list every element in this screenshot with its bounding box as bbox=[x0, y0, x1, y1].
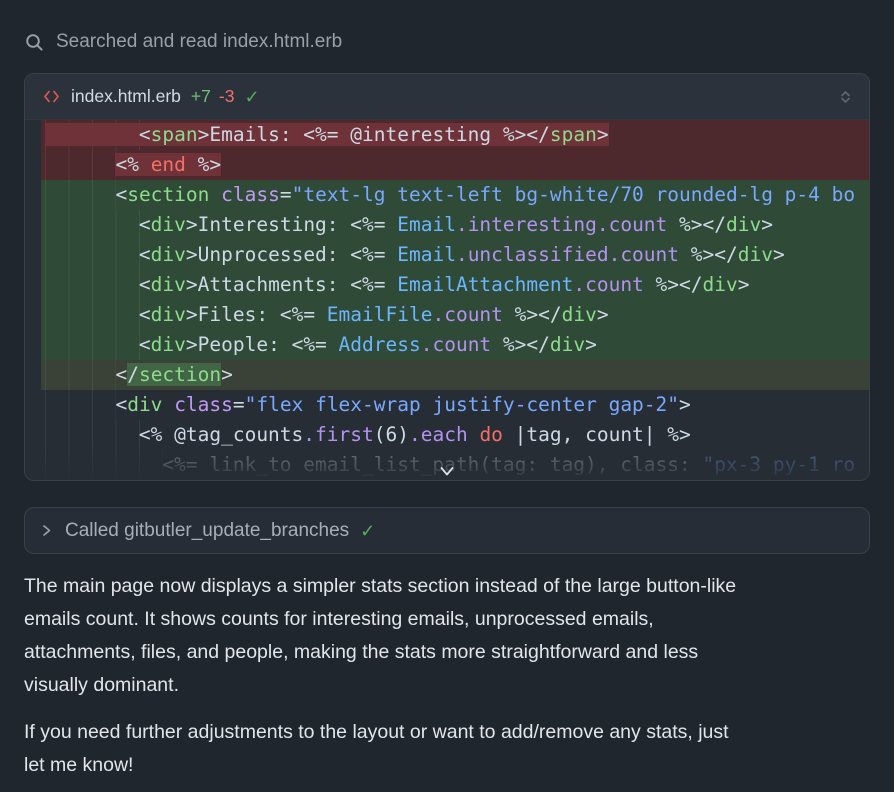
code-line-text: <% end %> bbox=[41, 150, 869, 180]
diff-line: <div>Files: <%= EmailFile.count %></div> bbox=[41, 300, 869, 330]
tool-status-header[interactable]: Searched and read index.html.erb bbox=[24, 0, 870, 53]
code-icon bbox=[42, 88, 61, 105]
code-line-text: <div>Unprocessed: <%= Email.unclassified… bbox=[41, 240, 869, 270]
diff-line: <div>Interesting: <%= Email.interesting.… bbox=[41, 210, 869, 240]
code-line-text: </section> bbox=[41, 360, 869, 390]
diff-line: <div>Attachments: <%= EmailAttachment.co… bbox=[41, 270, 869, 300]
tool-success-check-icon: ✓ bbox=[360, 522, 375, 540]
tool-call-card[interactable]: Called gitbutler_update_branches ✓ bbox=[24, 507, 870, 554]
diff-line: <% end %> bbox=[41, 150, 869, 180]
diff-success-check-icon: ✓ bbox=[244, 88, 259, 106]
diff-line: <section class="text-lg text-left bg-whi… bbox=[41, 180, 869, 210]
code-line-text: <% @tag_counts.first(6).each do |tag, co… bbox=[41, 420, 869, 450]
diff-line: <div>People: <%= Address.count %></div> bbox=[41, 330, 869, 360]
chevron-right-icon bbox=[39, 523, 54, 538]
text-line: let me know! bbox=[24, 749, 870, 782]
code-line-text: <div class="flex flex-wrap justify-cente… bbox=[41, 390, 869, 420]
diff-additions: +7 bbox=[191, 86, 211, 107]
code-line-text: <section class="text-lg text-left bg-whi… bbox=[41, 180, 869, 210]
text-line: The main page now displays a simpler sta… bbox=[24, 570, 870, 603]
tool-call-label: Called gitbutler_update_branches bbox=[65, 520, 349, 542]
unfold-icon[interactable] bbox=[836, 85, 855, 108]
tool-status-label: Searched and read index.html.erb bbox=[56, 31, 342, 53]
diff-code-block[interactable]: <span>Emails: <%= @interesting %></span>… bbox=[25, 120, 869, 480]
assistant-message: The main page now displays a simpler sta… bbox=[24, 570, 870, 782]
assistant-message-paragraph: The main page now displays a simpler sta… bbox=[24, 570, 870, 702]
text-line: visually dominant. bbox=[24, 669, 870, 702]
assistant-message-paragraph: If you need further adjustments to the l… bbox=[24, 716, 870, 782]
diff-line: <span>Emails: <%= @interesting %></span> bbox=[41, 120, 869, 150]
diff-line: <div>Unprocessed: <%= Email.unclassified… bbox=[41, 240, 869, 270]
text-line: If you need further adjustments to the l… bbox=[24, 716, 870, 749]
diff-card: index.html.erb +7 -3 ✓ <span>Emails: <%=… bbox=[24, 73, 870, 481]
text-line: attachments, files, and people, making t… bbox=[24, 636, 870, 669]
diff-filename: index.html.erb bbox=[71, 86, 181, 107]
code-line-text: <span>Emails: <%= @interesting %></span> bbox=[41, 120, 869, 150]
diff-deletions: -3 bbox=[219, 86, 235, 107]
chat-transcript: Searched and read index.html.erb index.h… bbox=[0, 0, 894, 782]
text-line: emails count. It shows counts for intere… bbox=[24, 603, 870, 636]
code-line-text: <div>Interesting: <%= Email.interesting.… bbox=[41, 210, 869, 240]
chevron-down-icon[interactable] bbox=[438, 465, 456, 478]
code-line-text: <div>People: <%= Address.count %></div> bbox=[41, 330, 869, 360]
diff-line: <div class="flex flex-wrap justify-cente… bbox=[41, 390, 869, 420]
code-line-text: <div>Files: <%= EmailFile.count %></div> bbox=[41, 300, 869, 330]
diff-line: </section> bbox=[41, 360, 869, 390]
code-line-text: <div>Attachments: <%= EmailAttachment.co… bbox=[41, 270, 869, 300]
search-icon bbox=[24, 32, 45, 53]
diff-card-header[interactable]: index.html.erb +7 -3 ✓ bbox=[25, 74, 869, 120]
diff-line: <% @tag_counts.first(6).each do |tag, co… bbox=[41, 420, 869, 450]
